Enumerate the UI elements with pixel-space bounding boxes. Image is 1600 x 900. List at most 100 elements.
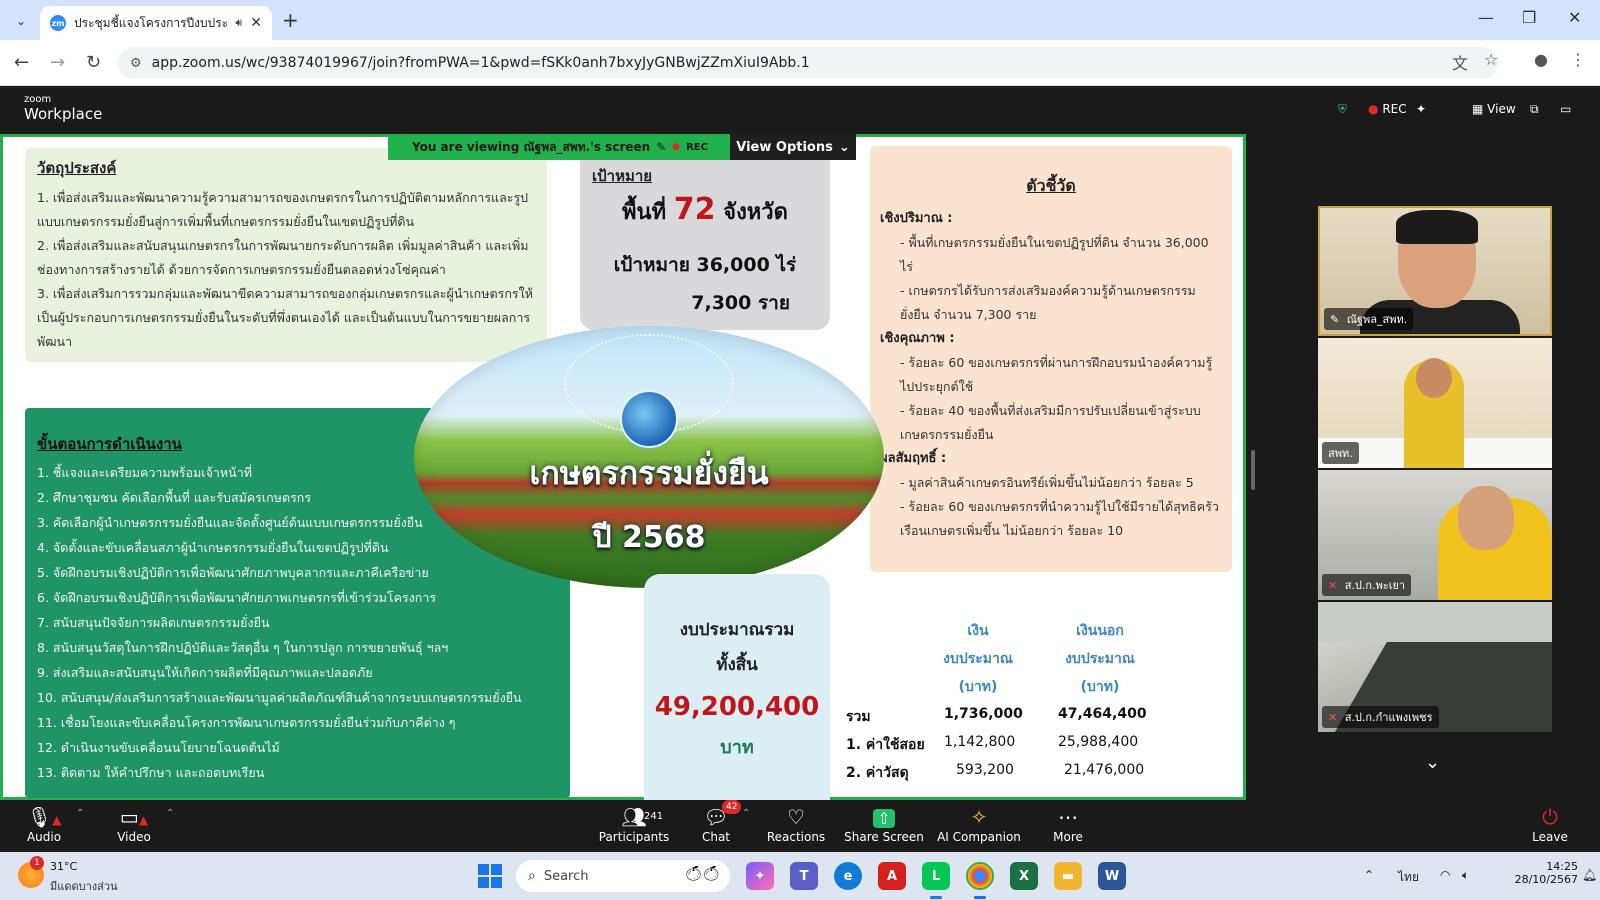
- rec-dot-icon: ●: [672, 142, 681, 152]
- budget-unit: บาท: [720, 737, 754, 758]
- participant-face: [1458, 486, 1514, 550]
- tab-search-button[interactable]: ⌄: [8, 8, 34, 34]
- reload-icon[interactable]: ↻: [86, 52, 101, 73]
- participant-video-tile[interactable]: ✎ ณัฐพล_สพท.: [1318, 206, 1552, 336]
- chat-options-chevron-icon[interactable]: ⌃: [742, 808, 750, 819]
- file-explorer-icon[interactable]: ▬: [1054, 862, 1082, 890]
- kpi-outcome-heading: ผลสัมฤทธิ์ :: [880, 451, 947, 466]
- tab-close-icon[interactable]: ✕: [250, 15, 262, 31]
- windows-start-icon[interactable]: [478, 864, 502, 888]
- pip-icon[interactable]: ⧉: [1530, 102, 1539, 117]
- leave-button[interactable]: ⏻ Leave: [1520, 804, 1580, 844]
- view-options-button[interactable]: View Options ⌄: [730, 134, 856, 160]
- target-label: เป้าหมาย: [592, 167, 653, 185]
- fullscreen-icon[interactable]: ▭: [1560, 102, 1571, 116]
- site-settings-icon[interactable]: ⚙: [130, 56, 142, 71]
- table-row: รวม 1,736,000 47,464,400: [846, 706, 1147, 725]
- kpi-panel: ตัวชี้วัด เชิงปริมาณ : - พื้นที่เกษตรกรร…: [870, 146, 1232, 572]
- objective-item: 1. เพื่อส่งเสริมและพัฒนาความรู้ความสามาร…: [37, 190, 529, 229]
- encryption-shield-icon[interactable]: ⛨: [1338, 102, 1347, 117]
- minimize-icon[interactable]: —: [1478, 8, 1494, 27]
- tray-overflow-chevron-icon[interactable]: ⌃: [1364, 868, 1374, 882]
- audio-button[interactable]: 🎙︎▲ Audio: [6, 804, 82, 844]
- participant-video-tile[interactable]: ✕ ส.ป.ก.กำแพงเพชร: [1318, 602, 1552, 732]
- rec-dot-icon: ●: [1368, 102, 1379, 116]
- forward-icon[interactable]: →: [50, 52, 65, 73]
- more-button[interactable]: ⋯ More: [1030, 804, 1106, 844]
- taskbar-clock[interactable]: 14:25 28/10/2567: [1508, 860, 1578, 886]
- step-item: 12. ดำเนินงานขับเคลื่อนนโยบายโฉนดต้นไม้: [37, 740, 280, 755]
- clock-time: 14:25: [1546, 860, 1578, 873]
- profile-avatar-icon[interactable]: ●: [1534, 50, 1548, 69]
- bookmark-star-icon[interactable]: ☆: [1484, 50, 1498, 69]
- col-header-off-budget: งบประมาณ: [1065, 651, 1135, 667]
- volume-icon[interactable]: 🔈︎: [1462, 868, 1469, 883]
- leave-icon: ⏻: [1542, 805, 1558, 829]
- video-options-chevron-icon[interactable]: ⌃: [166, 808, 174, 819]
- rec-label: REC: [1382, 102, 1407, 116]
- ai-sparkle-icon: ✧: [970, 805, 988, 829]
- kpi-quantity-heading: เชิงปริมาณ :: [880, 211, 953, 226]
- participant-name-label: สพท.: [1322, 442, 1359, 464]
- notification-bell-icon[interactable]: 🔔︎: [1582, 868, 1597, 882]
- step-item: 9. ส่งเสริมและสนับสนุนให้เกิดการผลิตที่ม…: [37, 665, 373, 680]
- back-icon[interactable]: ←: [14, 52, 29, 73]
- zoom-favicon-icon: zm: [50, 15, 66, 31]
- participant-name-label: ✎ ณัฐพล_สพท.: [1324, 308, 1414, 330]
- speaker-icon[interactable]: 🔊︎: [235, 16, 242, 30]
- copilot-icon[interactable]: ✦: [746, 862, 774, 890]
- word-icon[interactable]: W: [1098, 862, 1126, 890]
- taskbar-search[interactable]: ⌕ Search 🍊︎🍊︎: [516, 860, 730, 892]
- resize-handle[interactable]: [1251, 450, 1255, 490]
- kpi-item: - เกษตรกรได้รับการส่งเสริมองค์ความรู้ด้า…: [900, 283, 1196, 322]
- active-indicator: [974, 896, 986, 899]
- step-item: 6. จัดฝึกอบรมเชิงปฏิบัติการเพื่อพัฒนาศัก…: [37, 590, 437, 605]
- col-header-budget: เงิน: [967, 623, 989, 639]
- share-banner: You are viewing ณัฐพล_สพท.'s screen ✎ ● …: [388, 134, 856, 160]
- new-tab-icon[interactable]: +: [282, 8, 299, 32]
- view-button[interactable]: ▦ View: [1472, 102, 1516, 116]
- step-item: 8. สนับสนุนวัสดุในการฝึกปฏิบัติและวัสดุอ…: [37, 640, 449, 655]
- edge-icon[interactable]: e: [834, 862, 862, 890]
- window-close-icon[interactable]: ✕: [1568, 8, 1581, 27]
- budget-panel: งบประมาณรวม ทั้งสิ้น 49,200,400 บาท: [644, 574, 830, 800]
- wifi-icon[interactable]: ◠: [1440, 868, 1450, 882]
- step-item: 10. สนับสนุน/ส่งเสริมการสร้างและพัฒนามูล…: [37, 690, 522, 705]
- teams-icon[interactable]: T: [790, 862, 818, 890]
- browser-address-bar: ← → ↻ ⚙ app.zoom.us/wc/93874019967/join?…: [0, 40, 1600, 86]
- audio-options-chevron-icon[interactable]: ⌃: [76, 808, 84, 819]
- url-bar[interactable]: ⚙ app.zoom.us/wc/93874019967/join?fromPW…: [118, 47, 1498, 79]
- target-goal: เป้าหมาย 36,000 ไร่: [613, 254, 797, 276]
- col-header-off-budget: เงินนอก: [1076, 623, 1124, 639]
- recording-indicator[interactable]: ● REC: [1368, 102, 1407, 116]
- url-text: app.zoom.us/wc/93874019967/join?fromPWA=…: [151, 55, 810, 71]
- ai-companion-button[interactable]: ✧ AI Companion: [934, 804, 1024, 844]
- kpi-title: ตัวชี้วัด: [1026, 176, 1076, 195]
- browser-menu-icon[interactable]: ⋮: [1570, 50, 1586, 69]
- windows-taskbar: 1 31°C มีแดดบางส่วน ⌕ Search 🍊︎🍊︎ ✦ T e …: [0, 852, 1600, 900]
- acrobat-icon[interactable]: A: [878, 862, 906, 890]
- video-button[interactable]: ▭▲ Video: [96, 804, 172, 844]
- input-language[interactable]: ไทย: [1398, 868, 1419, 887]
- table-row: 2. ค่าวัสดุ 593,200 21,476,000: [846, 762, 1145, 781]
- browser-tab[interactable]: zm ประชุมชี้แจงโครงการปีงบประมาณ 🔊︎ ✕: [40, 6, 272, 40]
- participant-video-tile[interactable]: ✕ ส.ป.ก.พะเยา: [1318, 470, 1552, 600]
- clock-date: 28/10/2567: [1514, 873, 1578, 886]
- reactions-button[interactable]: ♡ Reactions: [758, 804, 834, 844]
- excel-icon[interactable]: X: [1010, 862, 1038, 890]
- weather-temp: 31°C: [50, 860, 78, 873]
- target-people: 7,300 ราย: [691, 292, 790, 314]
- chrome-icon[interactable]: [966, 862, 994, 890]
- sparkle-icon[interactable]: ✦: [1416, 102, 1426, 116]
- participant-face: [1416, 358, 1452, 398]
- translate-icon[interactable]: 文: [1452, 50, 1468, 74]
- view-grid-icon: ▦: [1472, 102, 1484, 116]
- participants-button[interactable]: 👥︎ 241 Participants: [596, 804, 672, 844]
- weather-badge: 1: [30, 856, 44, 870]
- chevron-down-icon[interactable]: ⌄: [1425, 752, 1440, 773]
- line-icon[interactable]: L: [922, 862, 950, 890]
- participant-video-tile[interactable]: สพท.: [1318, 338, 1552, 468]
- restore-icon[interactable]: ❐: [1522, 8, 1536, 27]
- kpi-item: - พื้นที่เกษตรกรรมยั่งยืนในเขตปฏิรูปที่ด…: [900, 235, 1209, 274]
- share-screen-button[interactable]: ⇧ Share Screen: [844, 804, 924, 844]
